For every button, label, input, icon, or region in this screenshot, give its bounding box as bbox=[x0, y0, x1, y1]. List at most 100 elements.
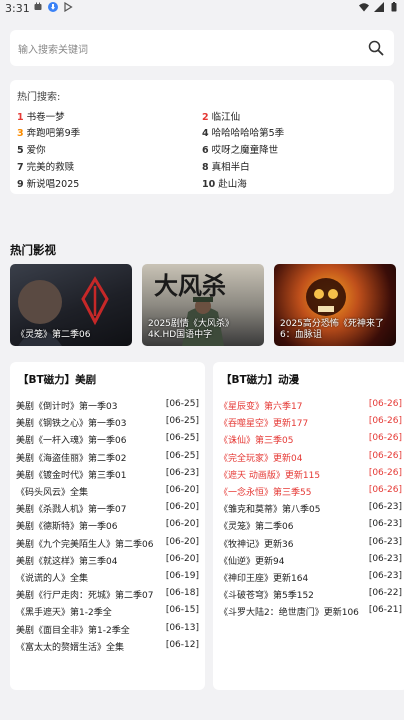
list-item[interactable]: 《黑手遮天》第1-2季全 [06-15] bbox=[16, 605, 199, 619]
hot-search-label: 赴山海 bbox=[218, 179, 247, 190]
hot-search-label: 哈哈哈哈哈第5季 bbox=[211, 128, 285, 139]
hot-search-item[interactable]: 1 书卷一梦 bbox=[17, 109, 65, 123]
list-item[interactable]: 《斗罗大陆2：绝世唐门》更新106 [06-21] bbox=[219, 605, 402, 619]
item-date: [06-18] bbox=[165, 588, 199, 599]
list-item[interactable]: 美剧《就这样》第三季04 [06-20] bbox=[16, 554, 199, 568]
item-date: [06-26] bbox=[368, 485, 402, 495]
list-item[interactable]: 美剧《面目全非》第1-2季全 [06-13] bbox=[16, 623, 199, 637]
item-date: [06-23] bbox=[368, 571, 402, 581]
item-date: [06-25] bbox=[165, 399, 199, 409]
list-item[interactable]: 《遮天 动画版》更新115 [06-26] bbox=[219, 468, 402, 482]
item-title: 美剧《面目全非》第1-2季全 bbox=[16, 625, 130, 636]
hot-search-label: 奔跑吧第9季 bbox=[26, 128, 81, 139]
item-title: 《码头风云》全集 bbox=[16, 488, 89, 498]
search-bar[interactable]: 输入搜索关键词 bbox=[10, 30, 394, 66]
item-date: [06-26] bbox=[368, 399, 402, 409]
status-bar: 3:31 bbox=[0, 0, 404, 18]
list-item[interactable]: 美剧《杀戮人机》第一季07 [06-20] bbox=[16, 502, 199, 516]
search-input[interactable]: 输入搜索关键词 bbox=[18, 41, 88, 56]
list-item[interactable]: 《牧神记》更新36 [06-23] bbox=[219, 537, 402, 551]
rank-number: 1 bbox=[17, 112, 24, 123]
item-title: 美剧《海盗佳丽》第二季02 bbox=[16, 453, 127, 464]
item-title: 《斗罗大陆2：绝世唐门》更新106 bbox=[219, 608, 359, 619]
list-item[interactable]: 《码头风云》全集 [06-20] bbox=[16, 485, 199, 499]
hot-search-panel: 热门搜索: 1 书卷一梦 2 临江仙 3 奔跑吧第9季 4 哈哈哈哈哈第5季 5 爱你 6… bbox=[10, 80, 394, 194]
item-title: 《富太太的赘婿生活》全集 bbox=[16, 642, 125, 653]
list-item[interactable]: 《星辰变》第六季17 [06-26] bbox=[219, 399, 402, 413]
list-item[interactable]: 《斗破苍穹》第5季152 [06-22] bbox=[219, 588, 402, 602]
item-date: [06-21] bbox=[368, 605, 402, 616]
rank-number: 3 bbox=[17, 128, 24, 139]
status-system-icons bbox=[359, 2, 399, 12]
item-date: [06-26] bbox=[368, 467, 402, 478]
hot-search-label: 完美的救赎 bbox=[26, 162, 75, 173]
item-title: 《说谎的人》全集 bbox=[16, 574, 89, 584]
item-date: [06-26] bbox=[368, 433, 402, 444]
list-item[interactable]: 《诛仙》第三季05 [06-26] bbox=[219, 433, 402, 447]
item-date: [06-20] bbox=[165, 553, 199, 564]
hot-search-item[interactable]: 8 真相半白 bbox=[202, 159, 250, 173]
list-item[interactable]: 美剧《海盗佳丽》第二季02 [06-25] bbox=[16, 451, 199, 465]
download-badge-icon bbox=[48, 2, 58, 12]
list-item[interactable]: 《仙逆》更新94 [06-23] bbox=[219, 554, 402, 568]
rank-number: 6 bbox=[202, 145, 209, 156]
list-item[interactable]: 《雏克和莫蒂》第八季05 [06-23] bbox=[219, 502, 402, 516]
list-item[interactable]: 美剧《德斯特》第一季06 [06-20] bbox=[16, 519, 199, 533]
item-title: 《一念永恒》第三季55 bbox=[219, 488, 312, 498]
panel-title: 【BT磁力】美剧 bbox=[18, 374, 97, 386]
status-time: 3:31 bbox=[5, 2, 30, 15]
signal-icon bbox=[374, 2, 384, 12]
list-item[interactable]: 《富太太的赘婿生活》全集 [06-12] bbox=[16, 640, 199, 654]
item-date: [06-20] bbox=[165, 502, 199, 513]
bt-us-drama-panel: 【BT磁力】美剧 美剧《倒计时》第一季03 [06-25] 美剧《钢铁之心》第一季0… bbox=[10, 362, 205, 690]
list-item[interactable]: 《说谎的人》全集 [06-19] bbox=[16, 571, 199, 585]
item-date: [06-25] bbox=[165, 416, 199, 427]
hot-search-label: 书卷一梦 bbox=[26, 112, 65, 123]
item-title: 《遮天 动画版》更新115 bbox=[219, 470, 321, 481]
hot-search-item[interactable]: 3 奔跑吧第9季 bbox=[17, 125, 80, 139]
hot-search-label: 真相半白 bbox=[211, 162, 250, 173]
play-store-icon bbox=[64, 2, 73, 12]
item-date: [06-12] bbox=[165, 639, 199, 650]
item-date: [06-23] bbox=[165, 467, 199, 478]
item-title: 美剧《行尸走肉：死城》第二季07 bbox=[16, 591, 154, 602]
list-item[interactable]: 美剧《镀金时代》第三季01 [06-23] bbox=[16, 468, 199, 482]
hot-search-label: 哎呀之魔童降世 bbox=[211, 145, 279, 156]
list-item[interactable]: 美剧《九个完美陌生人》第二季06 [06-20] bbox=[16, 537, 199, 551]
hot-search-label: 爱你 bbox=[26, 145, 46, 156]
list-item[interactable]: 美剧《行尸走肉：死城》第二季07 [06-18] bbox=[16, 588, 199, 602]
list-item[interactable]: 《一念永恒》第三季55 [06-26] bbox=[219, 485, 402, 499]
item-date: [06-25] bbox=[165, 450, 199, 461]
panel-title: 【BT磁力】动漫 bbox=[221, 374, 300, 386]
list-item[interactable]: 《灵笼》第二季06 [06-23] bbox=[219, 519, 402, 533]
movie-card[interactable]: 2025高分恐怖《死神来了6：血脉诅 bbox=[274, 264, 396, 346]
hot-search-item[interactable]: 6 哎呀之魔童降世 bbox=[202, 142, 278, 156]
rank-number: 4 bbox=[202, 128, 209, 139]
hot-movies-title: 热门影视 bbox=[10, 243, 56, 257]
list-item[interactable]: 《神印王座》更新164 [06-23] bbox=[219, 571, 402, 585]
rank-number: 5 bbox=[17, 145, 24, 156]
item-date: [06-23] bbox=[368, 536, 402, 547]
movie-card[interactable]: 《灵笼》第二季06 bbox=[10, 264, 132, 346]
svg-text:大风杀: 大风杀 bbox=[154, 272, 226, 300]
list-item[interactable]: 《吞噬星空》更新177 [06-26] bbox=[219, 416, 402, 430]
hot-search-item[interactable]: 5 爱你 bbox=[17, 142, 46, 156]
list-item[interactable]: 《完全玩家》更新04 [06-26] bbox=[219, 451, 402, 465]
item-title: 《灵笼》第二季06 bbox=[219, 522, 294, 533]
list-item[interactable]: 美剧《一杆入魂》第一季06 [06-25] bbox=[16, 433, 199, 447]
item-title: 美剧《一杆入魂》第一季06 bbox=[16, 436, 127, 447]
item-title: 《牧神记》更新36 bbox=[219, 539, 294, 550]
list-item[interactable]: 美剧《倒计时》第一季03 [06-25] bbox=[16, 399, 199, 413]
hot-search-item[interactable]: 2 临江仙 bbox=[202, 109, 240, 123]
item-date: [06-20] bbox=[165, 536, 199, 547]
list-item[interactable]: 美剧《钢铁之心》第一季03 [06-25] bbox=[16, 416, 199, 430]
hot-search-item[interactable]: 7 完美的救赎 bbox=[17, 159, 74, 173]
hot-search-item[interactable]: 4 哈哈哈哈哈第5季 bbox=[202, 125, 284, 139]
hot-search-item[interactable]: 10 赴山海 bbox=[202, 176, 247, 190]
item-date: [06-15] bbox=[165, 605, 199, 616]
search-icon[interactable] bbox=[368, 40, 384, 56]
hot-search-item[interactable]: 9 新说唱2025 bbox=[17, 176, 79, 190]
movie-caption: 2025高分恐怖《死神来了6：血脉诅 bbox=[280, 319, 384, 340]
hot-search-title: 热门搜索: bbox=[17, 92, 61, 103]
movie-card[interactable]: 大风杀 2025剧情《大风杀》4K.HD国语中字 bbox=[142, 264, 264, 346]
